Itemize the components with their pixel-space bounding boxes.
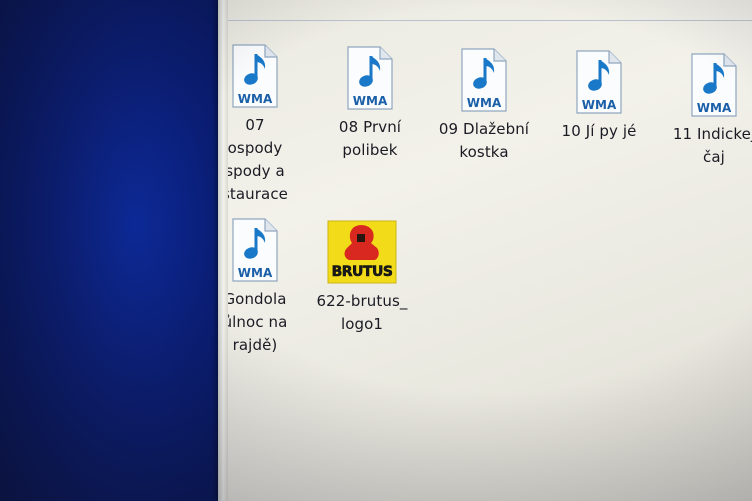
desktop-background bbox=[0, 0, 224, 501]
file-name-label: 09 Dlažební kostka bbox=[438, 120, 530, 161]
wma-badge: WMA bbox=[237, 92, 273, 106]
file-name-label: 08 První polibek bbox=[338, 118, 402, 159]
file-item-brutus-logo[interactable]: BRUTUS 622-brutus_ logo1 bbox=[304, 220, 420, 336]
wma-audio-file-icon: WMA bbox=[458, 48, 510, 112]
file-item-09[interactable]: WMA 09 Dlažební kostka bbox=[426, 48, 542, 164]
wma-audio-file-icon: WMA bbox=[229, 44, 281, 108]
wma-badge: WMA bbox=[581, 98, 617, 112]
pane-header-divider bbox=[228, 20, 752, 21]
file-name-label: 11 Indickej čaj bbox=[672, 125, 752, 166]
screen: WMA 07 ospody spody a staurace WMA 08 Pr… bbox=[0, 0, 752, 501]
wma-audio-file-icon: WMA bbox=[573, 50, 625, 114]
file-item-10[interactable]: WMA 10 Jí py jé bbox=[541, 50, 657, 143]
wma-audio-file-icon: WMA bbox=[688, 53, 740, 117]
wma-audio-file-icon: WMA bbox=[229, 218, 281, 282]
file-list-pane[interactable]: WMA 07 ospody spody a staurace WMA 08 Pr… bbox=[228, 0, 752, 501]
file-item-07[interactable]: WMA 07 ospody spody a staurace bbox=[228, 44, 313, 206]
wma-badge: WMA bbox=[237, 266, 273, 280]
wma-badge: WMA bbox=[352, 94, 388, 108]
file-name-label: 622-brutus_ logo1 bbox=[316, 292, 408, 333]
file-name-label: 10 Jí py jé bbox=[561, 122, 637, 140]
file-item-08[interactable]: WMA 08 První polibek bbox=[312, 46, 428, 162]
file-name-label: Gondola ůlnoc na rajdě) bbox=[228, 290, 288, 354]
brutus-logo-lettering: BRUTUS bbox=[332, 264, 393, 280]
brutus-logo-image-icon: BRUTUS bbox=[327, 220, 397, 284]
file-name-label: 07 ospody spody a staurace bbox=[228, 116, 289, 203]
wma-badge: WMA bbox=[696, 101, 732, 115]
file-item-gondola[interactable]: WMA Gondola ůlnoc na rajdě) bbox=[228, 218, 313, 357]
window-frame-edge bbox=[218, 0, 228, 501]
wma-audio-file-icon: WMA bbox=[344, 46, 396, 110]
wma-badge: WMA bbox=[466, 96, 502, 110]
file-item-11[interactable]: WMA 11 Indickej čaj bbox=[656, 53, 752, 169]
